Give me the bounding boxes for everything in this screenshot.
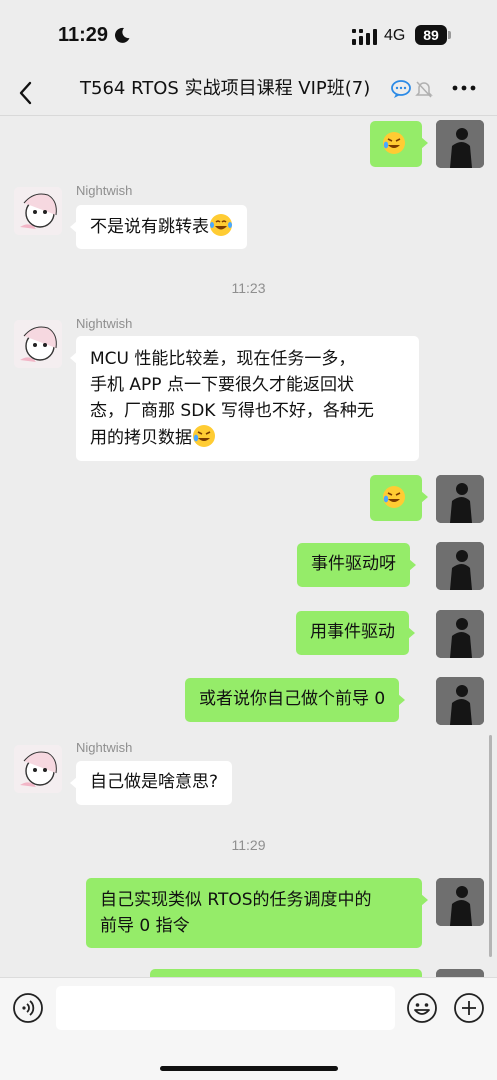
my-avatar[interactable]	[436, 878, 484, 926]
person-silhouette-icon	[436, 610, 484, 658]
timestamp: 11:29	[231, 837, 266, 853]
person-silhouette-icon	[436, 878, 484, 926]
add-attachment-icon[interactable]	[453, 992, 485, 1024]
outgoing-message-bubble[interactable]: 事件驱动呀	[297, 543, 416, 587]
sender-name: Nightwish	[76, 740, 133, 755]
message-text: 用事件驱动	[310, 622, 395, 642]
outgoing-message-bubble[interactable]: 自己实现类似 RTOS的任务调度中的 前导 0 指令	[86, 878, 428, 948]
message-line-wrap: 用的拷贝数据	[90, 424, 405, 451]
battery-level: 89	[423, 27, 439, 43]
tears-of-joy-emoji-icon	[210, 214, 232, 236]
sender-name: Nightwish	[76, 183, 133, 198]
back-chevron-icon[interactable]	[14, 78, 38, 108]
person-silhouette-icon	[436, 120, 484, 168]
chat-header: T564 RTOS 实战项目课程 VIP班(7)	[0, 70, 497, 116]
nightwish-avatar[interactable]	[14, 320, 62, 368]
outgoing-message-bubble[interactable]: 用事件驱动	[296, 611, 415, 655]
nightwish-avatar[interactable]	[14, 187, 62, 235]
timestamp: 11:23	[231, 280, 266, 296]
anime-girl-avatar-icon	[14, 745, 62, 793]
incoming-message-bubble[interactable]: 自己做是啥意思?	[69, 761, 233, 805]
chat-scrollbar[interactable]	[489, 735, 492, 957]
message-text: 或者说你自己做个前导 0	[199, 689, 386, 709]
nightwish-avatar[interactable]	[14, 745, 62, 793]
incoming-message-bubble[interactable]: MCU 性能比较差，现在任务一多， 手机 APP 点一下要很久才能返回状 态，厂…	[70, 336, 419, 461]
laugh-cry-emoji-icon	[383, 132, 405, 154]
status-bar: 11:29 4G 89	[0, 0, 497, 70]
message-input-bar	[0, 977, 497, 1080]
mute-bell-icon	[415, 81, 433, 98]
message-text: 事件驱动呀	[311, 554, 396, 574]
battery-icon: 89	[415, 25, 447, 45]
outgoing-message-bubble-partial[interactable]	[150, 969, 422, 977]
network-type: 4G	[384, 27, 406, 44]
moon-icon	[114, 27, 130, 43]
message-line: 自己实现类似 RTOS的任务调度中的	[100, 890, 372, 910]
status-time: 11:29	[58, 24, 109, 46]
my-avatar[interactable]	[436, 475, 484, 523]
message-line: MCU 性能比较差，现在任务一多，	[90, 349, 356, 369]
incoming-message-bubble[interactable]: 不是说有跳转表	[70, 205, 247, 249]
my-avatar[interactable]	[436, 969, 484, 977]
signal-icon	[352, 29, 377, 45]
laugh-cry-emoji-icon	[193, 425, 215, 447]
my-avatar[interactable]	[436, 610, 484, 658]
laugh-cry-emoji-icon	[383, 486, 405, 508]
person-silhouette-icon	[436, 969, 484, 977]
more-options-icon[interactable]	[452, 82, 476, 94]
message-line: 用的拷贝数据	[90, 428, 192, 448]
emoji-picker-icon[interactable]	[406, 992, 438, 1024]
voice-input-icon[interactable]	[12, 992, 44, 1024]
anime-girl-avatar-icon	[14, 320, 62, 368]
person-silhouette-icon	[436, 677, 484, 725]
person-silhouette-icon	[436, 542, 484, 590]
message-text: 自己做是啥意思?	[90, 772, 219, 792]
outgoing-message-bubble[interactable]: 或者说你自己做个前导 0	[185, 678, 406, 722]
message-line: 前导 0 指令	[100, 916, 190, 936]
my-avatar[interactable]	[436, 542, 484, 590]
sender-name: Nightwish	[76, 316, 133, 331]
person-silhouette-icon	[436, 475, 484, 523]
chat-message-list[interactable]: Nightwish 不是说有跳转表 11:23 Nightwish MCU 性能…	[0, 117, 497, 977]
message-line: 手机 APP 点一下要很久才能返回状	[90, 375, 354, 395]
my-avatar[interactable]	[436, 120, 484, 168]
outgoing-message-bubble[interactable]	[370, 121, 428, 167]
group-chat-bubble-icon	[391, 80, 411, 98]
my-avatar[interactable]	[436, 677, 484, 725]
anime-girl-avatar-icon	[14, 187, 62, 235]
message-text: 不是说有跳转表	[90, 217, 209, 237]
home-indicator	[160, 1066, 338, 1071]
battery-nub	[448, 31, 451, 39]
message-line: 态，厂商那 SDK 写得也不好，各种无	[90, 401, 374, 421]
message-text-input[interactable]	[56, 986, 395, 1030]
chat-title[interactable]: T564 RTOS 实战项目课程 VIP班(7)	[80, 78, 370, 100]
outgoing-message-bubble[interactable]	[370, 475, 428, 521]
